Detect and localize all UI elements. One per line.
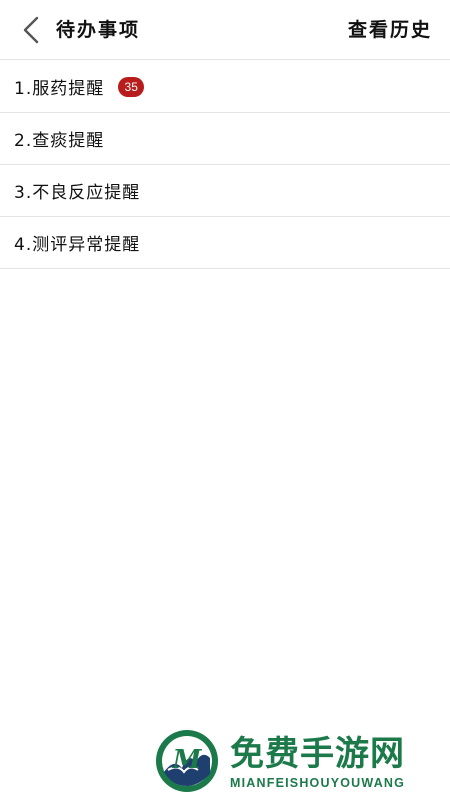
list-item-assessment-abnormal-reminder[interactable]: 4.测评异常提醒 [0,217,450,269]
list-item-label: 2.查痰提醒 [14,131,105,151]
svg-text:M: M [172,745,203,775]
list-item-adverse-reaction-reminder[interactable]: 3.不良反应提醒 [0,165,450,217]
list-item-sputum-check-reminder[interactable]: 2.查痰提醒 [0,113,450,165]
todo-screen: 待办事项 查看历史 1.服药提醒 35 2.查痰提醒 3.不良反应提醒 4.测评… [0,0,450,800]
count-badge: 35 [118,76,145,97]
back-button[interactable] [14,12,50,48]
m-wave-logo-icon: M [156,730,218,792]
reminder-list: 1.服药提醒 35 2.查痰提醒 3.不良反应提醒 4.测评异常提醒 [0,61,450,269]
view-history-button[interactable]: 查看历史 [348,0,432,60]
list-item-medication-reminder[interactable]: 1.服药提醒 35 [0,61,450,113]
list-item-label: 3.不良反应提醒 [14,183,141,203]
page-title: 待办事项 [56,19,141,41]
list-item-label: 4.测评异常提醒 [14,235,141,255]
watermark-title: 免费手游网 [230,734,405,774]
list-item-label: 1.服药提醒 [14,79,105,99]
chevron-left-icon [23,16,39,44]
watermark-subtitle: MIANFEISHOUYOUWANG [230,776,406,790]
top-bar: 待办事项 查看历史 [0,0,450,60]
site-watermark: M 免费手游网 MIANFEISHOUYOUWANG [150,724,450,800]
